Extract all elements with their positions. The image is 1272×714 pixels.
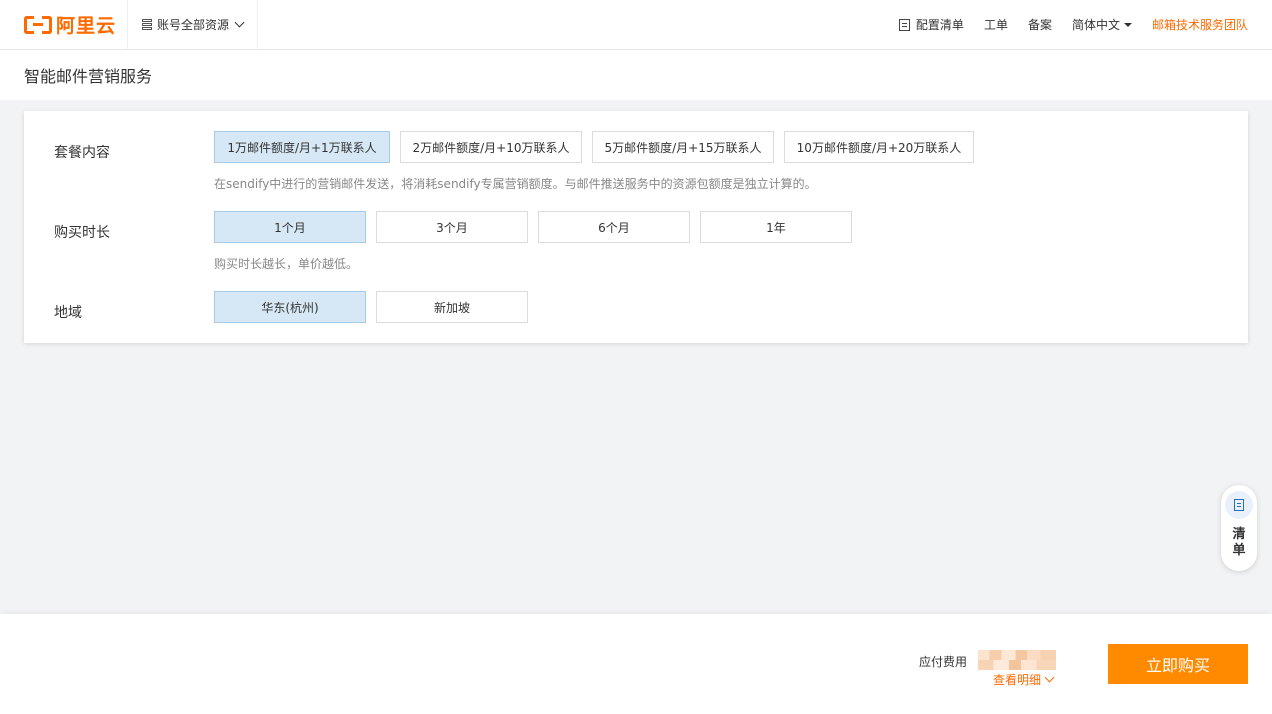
duration-hint: 购买时长越长，单价越低。 xyxy=(214,257,359,271)
floating-list-button[interactable]: 清单 xyxy=(1221,485,1257,571)
top-bar: 阿里云 账号全部资源 配置清单 工单 备案 简体中文 邮箱技术服务团队 xyxy=(0,0,1272,50)
fee-amount-redacted xyxy=(978,650,1056,670)
package-hint: 在sendify中进行的营销邮件发送，将消耗sendify专属营销额度。与邮件推… xyxy=(214,177,817,191)
chevron-down-icon xyxy=(234,17,245,28)
package-option[interactable]: 1万邮件额度/月+1万联系人 xyxy=(214,131,390,163)
config-list-label: 配置清单 xyxy=(915,18,964,32)
list-icon-circle xyxy=(1225,491,1253,519)
filing-link[interactable]: 备案 xyxy=(1028,16,1052,33)
view-detail-link[interactable]: 查看明细 xyxy=(993,671,1055,688)
fee-label: 应付费用 xyxy=(919,655,968,669)
logo-text: 阿里云 xyxy=(56,15,117,37)
package-options: 1万邮件额度/月+1万联系人 2万邮件额度/月+10万联系人 5万邮件额度/月+… xyxy=(214,131,984,163)
view-detail-label: 查看明细 xyxy=(993,673,1042,687)
bottom-bar: 应付费用 查看明细 立即购买 xyxy=(0,614,1272,714)
floating-list-label: 清单 xyxy=(1232,527,1246,558)
buy-now-button[interactable]: 立即购买 xyxy=(1108,644,1248,684)
region-option[interactable]: 新加坡 xyxy=(376,291,528,323)
logo[interactable]: 阿里云 xyxy=(0,0,128,50)
duration-option[interactable]: 1年 xyxy=(700,211,852,243)
page-title: 智能邮件营销服务 xyxy=(24,67,153,86)
duration-option[interactable]: 3个月 xyxy=(376,211,528,243)
aliyun-logo: 阿里云 xyxy=(24,11,116,38)
aliyun-logo-icon xyxy=(24,15,52,34)
duration-options: 1个月 3个月 6个月 1年 xyxy=(214,211,862,243)
package-option[interactable]: 2万邮件额度/月+10万联系人 xyxy=(400,131,582,163)
package-option[interactable]: 10万邮件额度/月+20万联系人 xyxy=(784,131,974,163)
caret-down-icon xyxy=(1123,22,1132,27)
duration-label: 购买时长 xyxy=(54,225,110,241)
resources-label: 账号全部资源 xyxy=(157,18,230,32)
package-option[interactable]: 5万邮件额度/月+15万联系人 xyxy=(592,131,774,163)
region-label: 地域 xyxy=(54,305,82,321)
list-icon xyxy=(1234,499,1244,511)
duration-option[interactable]: 1个月 xyxy=(214,211,366,243)
region-options: 华东(杭州) 新加坡 xyxy=(214,291,538,323)
duration-option[interactable]: 6个月 xyxy=(538,211,690,243)
account-resources-dropdown[interactable]: 账号全部资源 xyxy=(128,0,259,50)
top-nav: 配置清单 工单 备案 简体中文 邮箱技术服务团队 xyxy=(898,16,1272,33)
package-label: 套餐内容 xyxy=(54,145,110,161)
database-icon xyxy=(142,19,152,30)
team-link[interactable]: 邮箱技术服务团队 xyxy=(1152,16,1248,33)
language-selector[interactable]: 简体中文 xyxy=(1072,16,1132,33)
region-option[interactable]: 华东(杭州) xyxy=(214,291,366,323)
config-list-link[interactable]: 配置清单 xyxy=(898,16,964,33)
language-label: 简体中文 xyxy=(1071,18,1120,32)
chevron-down-icon xyxy=(1044,672,1055,682)
config-card: 套餐内容 1万邮件额度/月+1万联系人 2万邮件额度/月+10万联系人 5万邮件… xyxy=(24,111,1248,343)
title-bar: 智能邮件营销服务 xyxy=(0,50,1272,100)
ticket-link[interactable]: 工单 xyxy=(984,16,1008,33)
list-icon xyxy=(898,18,910,31)
